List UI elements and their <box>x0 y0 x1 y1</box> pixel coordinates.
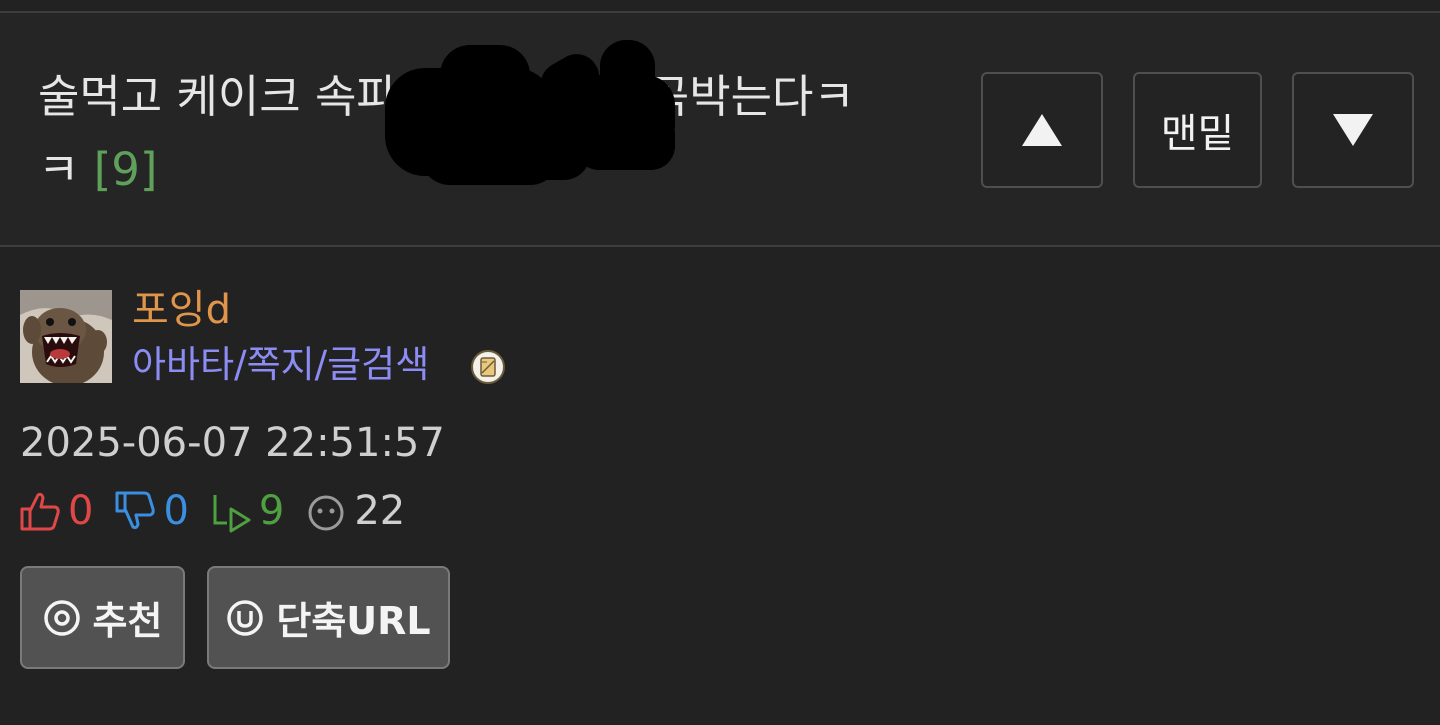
post-page: 술먹고 케이크 속파 곡박는다ㅋ ㅋ [9] 맨밑 포잉d 아바타/쪽지/글검색… <box>0 0 1440 725</box>
like-count: 0 <box>68 488 94 534</box>
scroll-badge-icon <box>471 350 505 384</box>
header-divider <box>0 245 1440 247</box>
avatar[interactable] <box>20 290 112 383</box>
view-count: 22 <box>354 488 406 534</box>
dislike-count: 0 <box>163 488 189 534</box>
short-url-label: 단축URL <box>276 599 431 643</box>
thumbs-up-icon[interactable] <box>18 489 62 533</box>
post-stats: 0 0 9 22 <box>18 487 425 535</box>
scroll-bottom-button[interactable]: 맨밑 <box>1133 72 1262 188</box>
short-url-button[interactable]: 단축URL <box>207 566 450 669</box>
scroll-down-button[interactable] <box>1292 72 1414 188</box>
author-links[interactable]: 아바타/쪽지/글검색 <box>132 340 429 390</box>
target-circle-icon <box>43 599 80 636</box>
comment-count[interactable]: [9] <box>94 143 158 196</box>
post-title-part1: 술먹고 케이크 속파 <box>38 70 398 123</box>
reply-arrow-icon <box>213 495 251 533</box>
u-circle-icon <box>227 599 264 636</box>
reply-count: 9 <box>258 488 285 534</box>
recommend-button[interactable]: 추천 <box>20 566 185 669</box>
scroll-up-button[interactable] <box>981 72 1103 188</box>
thumbs-down-icon[interactable] <box>113 489 157 533</box>
post-title-part3: ㅋ <box>38 143 80 196</box>
post-date: 2025-06-07 22:51:57 <box>20 420 445 466</box>
author-name[interactable]: 포잉d <box>132 284 231 336</box>
recommend-label: 추천 <box>92 599 163 643</box>
eye-face-icon <box>308 495 344 531</box>
triangle-up-icon <box>1022 114 1062 146</box>
post-title-part2: 곡박는다ㅋ <box>647 70 855 123</box>
triangle-down-icon <box>1333 114 1373 146</box>
